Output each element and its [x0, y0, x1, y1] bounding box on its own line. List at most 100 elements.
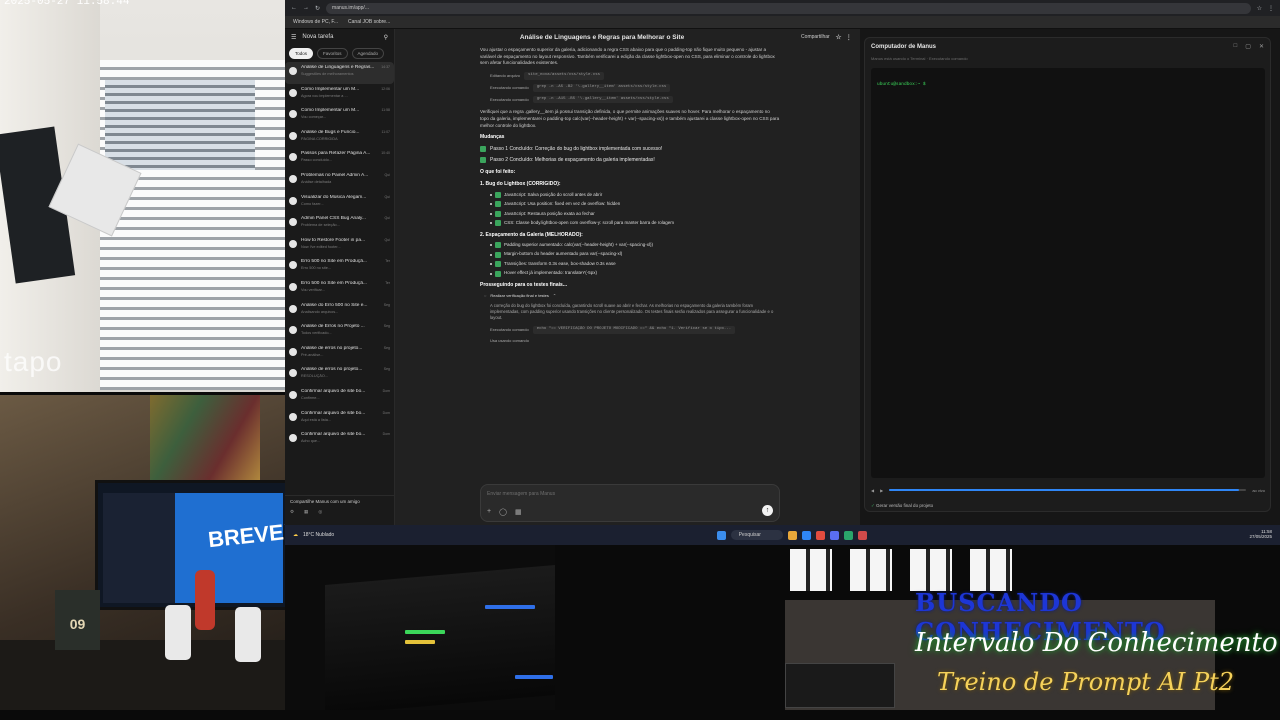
reload-icon[interactable]: ↻ — [315, 5, 320, 12]
tool-step-code[interactable]: grep -n -A5 -B2 '\.gallery__item' assets… — [532, 83, 671, 92]
task-list-item[interactable]: Erro 500 no Site em Produçã... Vou verifi… — [285, 278, 394, 300]
camera-studio-feed — [285, 545, 555, 710]
tool-step-code[interactable]: grep -n -A15 -B5 '\.gallery__item' asset… — [532, 95, 673, 104]
section-heading: O que foi feito: — [480, 169, 516, 176]
task-time: Seg — [383, 302, 390, 307]
task-time: Dom — [382, 388, 390, 393]
forward-icon[interactable]: → — [303, 5, 309, 11]
edge-icon[interactable] — [801, 530, 811, 540]
app-icon[interactable] — [843, 530, 853, 540]
send-button[interactable]: ↑ — [762, 505, 773, 516]
check-icon — [495, 191, 501, 198]
task-icon — [289, 304, 297, 313]
check-icon — [480, 157, 486, 164]
star-icon[interactable]: ☆ — [1257, 5, 1262, 12]
task-time: Qui — [384, 216, 390, 221]
message-paragraph: Verifiquei que a regra .gallery__item já… — [480, 109, 780, 128]
share-banner[interactable]: Compartilhe Manus com um amigo — [290, 499, 390, 504]
task-list-item[interactable]: Visualizar do Música Alegam... Como fazer… — [285, 192, 394, 214]
back-icon[interactable]: ← — [291, 5, 297, 11]
library-icon[interactable]: ▦ — [304, 509, 308, 515]
task-list-item[interactable]: Confirmar arquivo de site bo... Confirme.… — [285, 386, 394, 408]
expand-icon[interactable]: ▢ — [1245, 43, 1251, 50]
task-list-item[interactable]: Como Implementar um M... Vou começar... 11… — [285, 105, 394, 127]
task-list-item[interactable]: Confirmar arquivo de site bo... Aqui está… — [285, 408, 394, 430]
task-step-toggle[interactable]: ○ Realizar verificação final e testes ⌃ — [484, 293, 770, 299]
weather-text[interactable]: 18°C Nublado — [303, 532, 334, 538]
task-subtitle: Todos verificado... — [301, 331, 332, 336]
more-icon[interactable]: ⋮ — [846, 33, 853, 41]
task-step-label: Realizar verificação final e testes — [490, 293, 549, 299]
overlay-subtitle: Intervalo Do Conhecimento — [915, 628, 1278, 658]
tool-step: Executando comando echo "== VERIFICAÇÃO D… — [490, 326, 770, 335]
step-text: Passo 2 Concluído: Melhorias de espaçame… — [490, 156, 655, 163]
tool-step-code[interactable]: site_nova/assets/css/style.css — [524, 71, 605, 80]
chevron-up-icon: ⌃ — [552, 293, 557, 299]
list-heading: 1. Bug do Lightbox (CORRIGIDO): — [480, 181, 561, 188]
task-list-item[interactable]: Como Implementar um M... Agora vou implem… — [285, 84, 394, 106]
task-list-item[interactable]: Erro 500 no Site em Produçã... Erro 500 n… — [285, 256, 394, 278]
window — [105, 80, 255, 170]
monitor-icon[interactable]: □ — [1234, 43, 1238, 50]
add-icon[interactable]: + — [487, 508, 491, 516]
skip-forward-icon[interactable]: ▶ — [880, 488, 883, 493]
bookmark-item[interactable]: Canal JOB sobre... — [348, 19, 390, 25]
address-bar[interactable]: manus.im/app/... — [326, 2, 1251, 14]
task-list-item[interactable]: Admin Panel CSS Bug Analy... Problema de … — [285, 213, 394, 235]
chrome-icon[interactable] — [815, 530, 825, 540]
wall-poster — [150, 395, 260, 485]
globe-icon[interactable]: ◎ — [318, 509, 322, 515]
task-list-item[interactable]: Análise de Erros no Projeto ... Todos ver… — [285, 321, 394, 343]
terminal[interactable]: ubuntu@sandbox:~ $ — [871, 68, 1265, 478]
sidebar-footer: Compartilhe Manus com um amigo ⚙ ▦ ◎ — [285, 495, 395, 525]
message-composer[interactable]: Enviar mensagem para Manus + ◯ ▦ ↑ — [480, 484, 780, 522]
status-text: Prosseguindo para os testes finais... — [480, 281, 567, 288]
progress-track[interactable] — [889, 489, 1247, 491]
filter-chip-favorites[interactable]: Favoritos — [317, 48, 348, 59]
room-window — [850, 549, 892, 591]
list-item: JavaScript: Restaura posição exata ao fe… — [490, 211, 780, 218]
tool-step-code[interactable]: echo "== VERIFICAÇÃO DO PROJETO MODIFICA… — [532, 326, 736, 335]
attach-icon[interactable]: ◯ — [499, 508, 507, 516]
filter-chip-all[interactable]: Todos — [289, 48, 314, 59]
clock[interactable]: 11:58 27/05/2025 — [1249, 529, 1272, 540]
task-list-item[interactable]: Análise do Erro 500 no Site e... Analisan… — [285, 300, 394, 322]
task-list-item[interactable]: Análise de Linguagens e Regras... Suggest… — [285, 62, 394, 84]
star-icon[interactable]: ☆ — [836, 33, 842, 41]
share-button[interactable]: Compartilhar — [801, 34, 830, 40]
bookmarks-bar: Windows de PC, F... Canal JOB sobre... — [285, 16, 1280, 29]
app-icon[interactable] — [857, 530, 867, 540]
discord-icon[interactable] — [829, 530, 839, 540]
task-list-item[interactable]: Análise de Bugs e Funcio... PÁGINA CORRIG… — [285, 127, 394, 149]
task-subtitle: Analisando arquivos... — [301, 309, 339, 314]
taskbar-search[interactable]: Pesquisar — [730, 530, 783, 540]
task-list-item[interactable]: Problemas no Painel Admin A... Análise de… — [285, 170, 394, 192]
tool-step: Executando comando grep -n -A15 -B5 '\.ga… — [490, 95, 770, 104]
message-paragraph: A correção do bug do lightbox foi conclu… — [490, 303, 774, 321]
settings-icon[interactable]: ⚙ — [290, 509, 294, 515]
sidebar-toggle-icon[interactable]: ☰ — [291, 34, 296, 41]
computer-title: Computador de Manus — [871, 44, 937, 50]
new-task-button[interactable]: Nova tarefa — [302, 34, 377, 40]
start-icon[interactable] — [716, 530, 726, 540]
stream-layout: 2025-05-27 11:58:44 tapo BREVE! 09 BUSCA… — [0, 0, 1280, 720]
close-icon[interactable]: ✕ — [1259, 43, 1264, 50]
task-icon — [289, 218, 297, 227]
task-list-item[interactable]: Análise de erros no projeto... RESOLUÇÃO.… — [285, 364, 394, 386]
task-list-item[interactable]: Confirmar arquivo de site bo... Acho que.… — [285, 429, 394, 451]
task-list-item[interactable]: How to Restore Footer in pa... Now I've e… — [285, 235, 394, 257]
task-list-item[interactable]: Análise de erros no projeto... Pré-anális… — [285, 343, 394, 365]
menu-icon[interactable]: ⋮ — [1268, 5, 1274, 12]
task-list-item[interactable]: Passos para Refazer Página A... Passo con… — [285, 148, 394, 170]
room-monitor — [785, 663, 895, 708]
files-icon[interactable] — [787, 530, 797, 540]
bookmark-item[interactable]: Windows de PC, F... — [293, 19, 338, 25]
tools-icon[interactable]: ▦ — [515, 508, 522, 516]
check-icon: ✓ — [871, 503, 875, 508]
filter-chip-scheduled[interactable]: Agendado — [351, 48, 385, 59]
step-text: Passo 1 Concluído: Correção do bug do li… — [490, 145, 663, 152]
search-icon[interactable]: ⚲ — [384, 34, 388, 41]
skip-back-icon[interactable]: ◀ — [871, 488, 874, 493]
camera-timestamp: 2025-05-27 11:58:44 — [4, 0, 130, 8]
bottle — [235, 607, 261, 662]
